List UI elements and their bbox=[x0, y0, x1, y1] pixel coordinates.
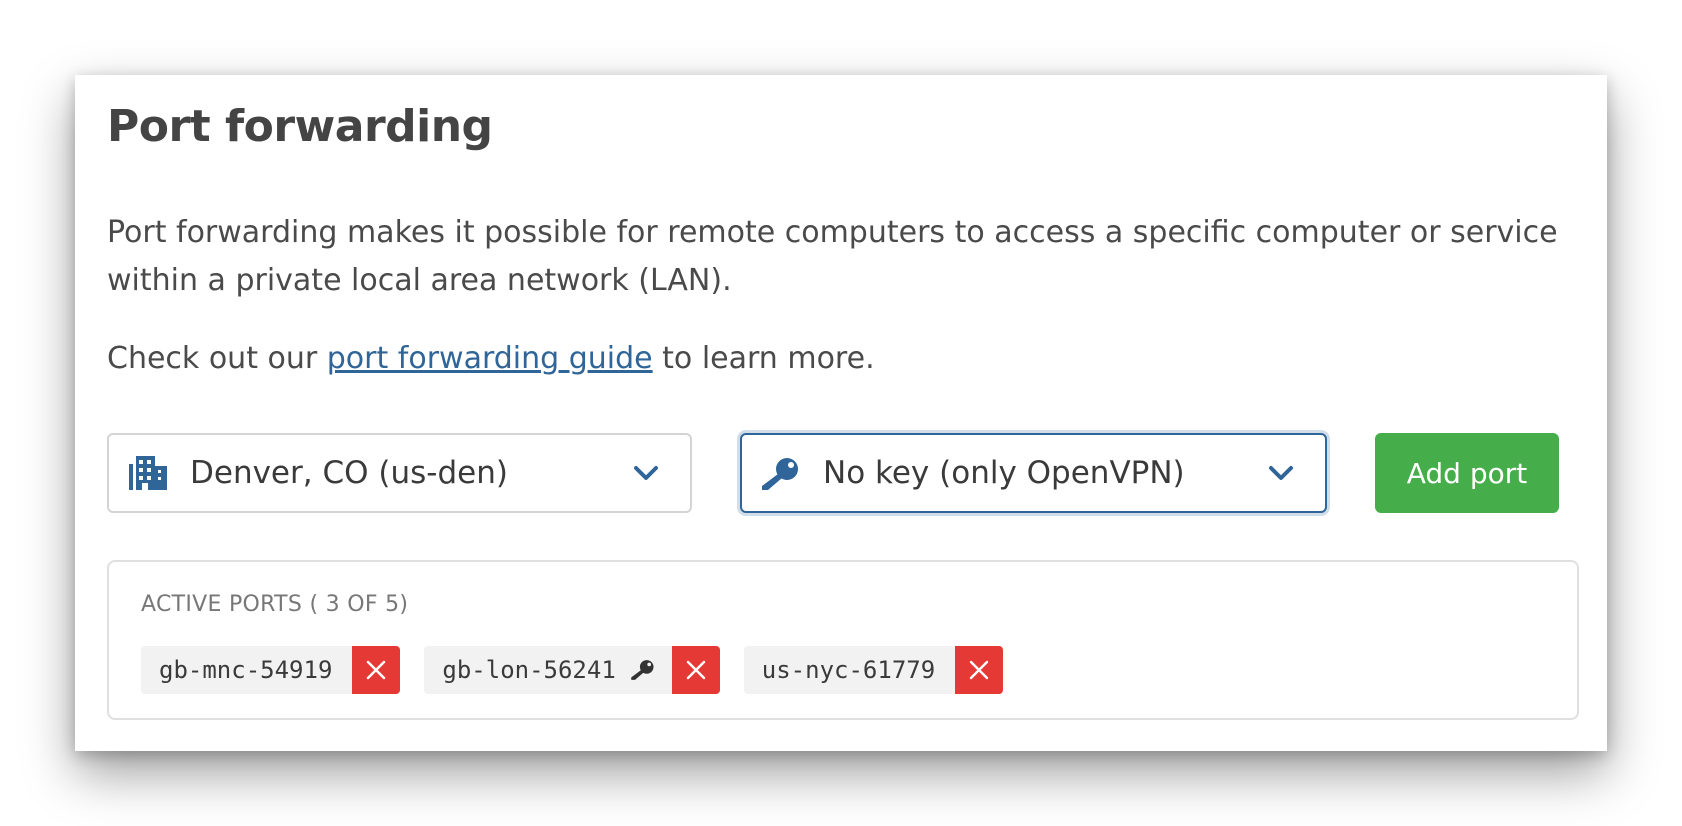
port-name: us-nyc-61779 bbox=[744, 646, 955, 694]
location-select[interactable]: Denver, CO (us-den) bbox=[107, 433, 692, 513]
location-value: Denver, CO (us-den) bbox=[190, 455, 508, 491]
port-name-text: gb-mnc-54919 bbox=[159, 656, 333, 684]
key-value: No key (only OpenVPN) bbox=[823, 455, 1185, 491]
guide-line: Check out our port forwarding guide to l… bbox=[107, 335, 875, 383]
guide-prefix: Check out our bbox=[107, 341, 318, 376]
remove-port-button[interactable] bbox=[671, 646, 720, 694]
close-icon bbox=[686, 660, 705, 680]
active-ports-label: ACTIVE PORTS ( 3 OF 5) bbox=[141, 592, 409, 617]
description: Port forwarding makes it possible for re… bbox=[107, 215, 1558, 298]
port-name-text: us-nyc-61779 bbox=[761, 656, 936, 684]
remove-port-button[interactable] bbox=[352, 646, 401, 694]
guide-suffix: to learn more. bbox=[662, 341, 875, 376]
port-chip: gb-lon-56241 bbox=[424, 646, 720, 694]
active-ports-box: ACTIVE PORTS ( 3 OF 5) gb-mnc-54919 gb-l… bbox=[107, 560, 1579, 720]
close-icon bbox=[367, 660, 386, 680]
port-name: gb-lon-56241 bbox=[424, 646, 671, 694]
building-icon bbox=[129, 456, 167, 490]
port-name: gb-mnc-54919 bbox=[141, 646, 352, 694]
active-ports-list: gb-mnc-54919 gb-lon-56241 us-nyc-61779 bbox=[141, 646, 1004, 694]
chevron-down-icon bbox=[634, 466, 658, 480]
close-icon bbox=[969, 660, 989, 680]
key-icon bbox=[631, 660, 654, 680]
port-name-text: gb-lon-56241 bbox=[442, 656, 616, 684]
port-chip: us-nyc-61779 bbox=[743, 646, 1004, 694]
remove-port-button[interactable] bbox=[955, 646, 1004, 694]
key-select[interactable]: No key (only OpenVPN) bbox=[740, 433, 1327, 513]
port-chip: gb-mnc-54919 bbox=[141, 646, 401, 694]
add-port-button[interactable]: Add port bbox=[1375, 433, 1559, 513]
chevron-down-icon bbox=[1269, 466, 1293, 480]
key-icon bbox=[762, 458, 798, 490]
page-title: Port forwarding bbox=[107, 101, 493, 152]
port-forwarding-panel: Port forwarding Port forwarding makes it… bbox=[75, 75, 1607, 751]
port-forwarding-guide-link[interactable]: port forwarding guide bbox=[327, 341, 653, 376]
